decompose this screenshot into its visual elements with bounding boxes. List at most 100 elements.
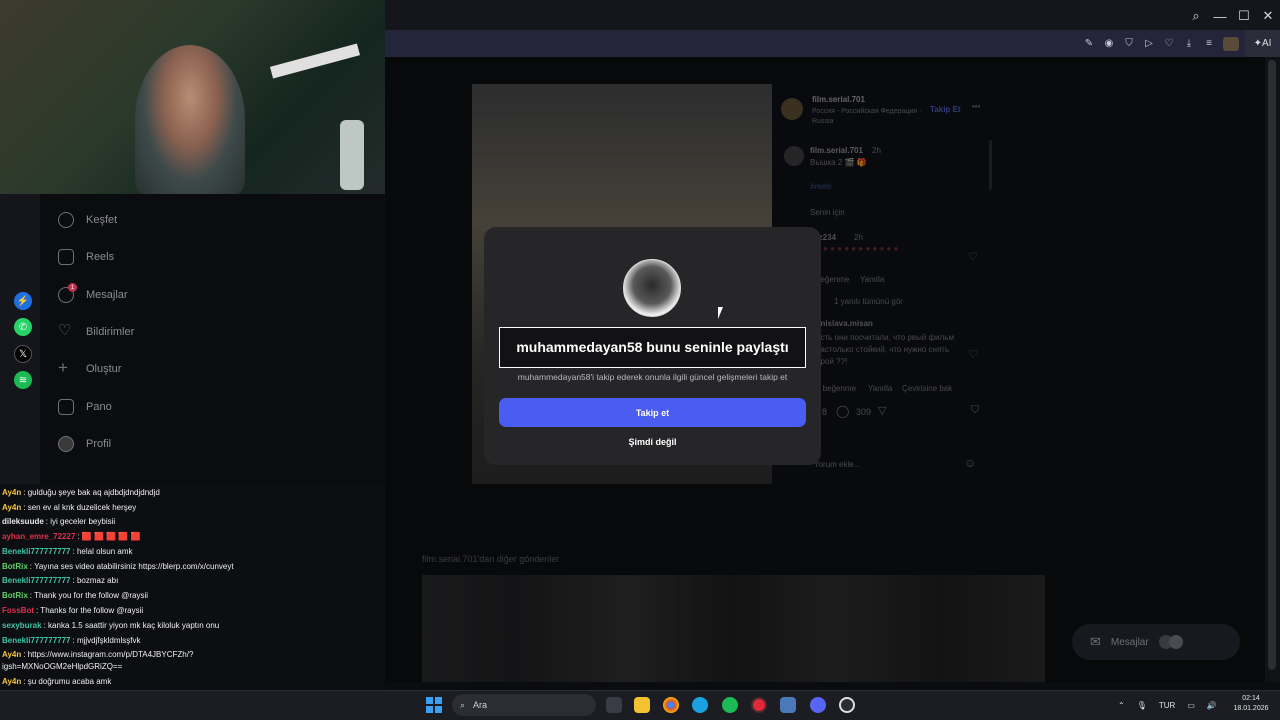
chat-text: : bozmaz abı — [72, 576, 119, 585]
edge-icon[interactable] — [692, 697, 708, 713]
chat-text: : sen ev al knk duzelicek herşey — [23, 503, 137, 512]
chat-text: : gulduğu şeye bak aq ajdbdjdndjdndjd — [23, 488, 160, 497]
opera-icon[interactable] — [751, 697, 767, 713]
browser-sidebar-rail: ⚡ ✆ 𝕏 ≋ — [0, 194, 40, 484]
chat-username[interactable]: Ay4n — [2, 488, 21, 497]
chat-username[interactable]: BotRix — [2, 591, 28, 600]
chat-message: Benekli777777777: mjjvdjfşkldmlsşfvk — [2, 636, 141, 646]
avatar — [1168, 635, 1183, 649]
task-view-icon[interactable] — [606, 697, 622, 713]
chevron-up-icon[interactable]: ⌃ — [1118, 701, 1125, 710]
chat-text: : helal olsun amk — [72, 547, 133, 556]
download-icon[interactable]: ⤓ — [1183, 38, 1195, 49]
sidebar-item-label: Keşfet — [86, 214, 118, 226]
chat-username[interactable]: Ay4n — [2, 503, 21, 512]
play-icon[interactable]: ▷ — [1143, 38, 1155, 49]
close-icon[interactable]: ✕ — [1256, 0, 1280, 32]
chat-username[interactable]: Benekli777777777 — [2, 636, 71, 645]
maximize-icon[interactable]: ☐ — [1232, 0, 1256, 32]
chat-username[interactable]: BotRix — [2, 562, 28, 571]
window-controls: ⌕ — ☐ ✕ — [1184, 0, 1280, 32]
chat-username[interactable]: Benekli777777777 — [2, 547, 71, 556]
avatar-icon — [58, 436, 74, 452]
chat-text: : şu doğrumu acaba amk — [23, 677, 112, 686]
sidebar-item-notifications[interactable]: ♡ Bildirimler — [58, 323, 134, 340]
spotify-icon[interactable] — [722, 697, 738, 713]
chat-message: dileksuude: iyi geceler beybisii — [2, 517, 115, 527]
camera-icon[interactable]: ◉ — [1103, 38, 1115, 49]
edit-icon[interactable]: ✎ — [1083, 38, 1095, 49]
streamer — [135, 45, 245, 194]
chat-message: ayhan_emre_72227: 🟥 🟥 🟥 🟥 🟥 — [2, 532, 141, 542]
chat-username[interactable]: Benekli777777777 — [2, 576, 71, 585]
sidebar-item-label: Mesajlar — [86, 289, 128, 301]
clock[interactable]: 02:14 18.01.2026 — [1226, 694, 1276, 714]
share-modal: muhammedayan58 bunu seninle paylaştı muh… — [484, 227, 821, 465]
heart-icon[interactable]: ♡ — [1163, 38, 1175, 49]
instagram-sidebar: Keşfet Reels Mesajlar 1 ♡ Bildirimler + … — [40, 194, 210, 484]
volume-icon[interactable]: 🔊 — [1207, 701, 1217, 710]
bottle — [340, 120, 364, 190]
file-explorer-icon[interactable] — [634, 697, 650, 713]
messenger-icon: ✉ — [1090, 634, 1101, 649]
messages-pill-label: Mesajlar — [1110, 636, 1149, 648]
follow-button[interactable]: Takip et — [499, 398, 806, 427]
network-icon[interactable]: ▭ — [1187, 701, 1195, 710]
search-icon: ⌕ — [460, 699, 466, 710]
menu-icon[interactable]: ≡ — [1203, 38, 1215, 49]
chat-message: Benekli777777777: bozmaz abı — [2, 576, 118, 586]
sidebar-item-reels[interactable]: Reels — [58, 249, 114, 265]
chat-username[interactable]: dileksuude — [2, 517, 44, 526]
minimize-icon[interactable]: — — [1208, 0, 1232, 32]
chat-text: : 🟥 🟥 🟥 🟥 🟥 — [77, 532, 141, 541]
sidebar-item-explore[interactable]: Keşfet — [58, 212, 117, 228]
microphone-icon[interactable]: 🎙 — [1137, 701, 1147, 710]
not-now-button[interactable]: Şimdi değil — [484, 437, 821, 447]
chat-username[interactable]: Ay4n — [2, 677, 21, 686]
ai-label: AI — [1261, 38, 1272, 49]
chat-text: : iyi geceler beybisii — [45, 517, 116, 526]
chrome-icon[interactable] — [663, 697, 679, 713]
app-icon[interactable] — [780, 697, 796, 713]
chat-text: : https://www.instagram.com/p/DTA4JBYCFZ… — [23, 650, 194, 659]
language-indicator[interactable]: TUR — [1159, 701, 1175, 710]
taskbar-search[interactable]: ⌕ Ara — [452, 694, 596, 716]
x-icon[interactable]: 𝕏 — [14, 345, 32, 363]
chat-message: Ay4n: gulduğu şeye bak aq ajdbdjdndjdndj… — [2, 488, 160, 498]
avatar-stack — [1158, 635, 1183, 649]
messages-pill[interactable]: ✉ Mesajlar — [1072, 624, 1240, 660]
sidebar-item-profile[interactable]: Profil — [58, 436, 111, 452]
compass-icon — [58, 212, 74, 228]
search-icon[interactable]: ⌕ — [1184, 0, 1208, 32]
steam-icon[interactable] — [839, 697, 855, 713]
shield-icon[interactable]: ⛉ — [1123, 38, 1135, 49]
headline-box: muhammedayan58 bunu seninle paylaştı — [499, 327, 806, 368]
profile-avatar-icon[interactable] — [1223, 36, 1239, 51]
scrollbar-thumb[interactable] — [1268, 60, 1276, 670]
system-tray: ⌃ 🎙 TUR ▭ 🔊 — [1118, 690, 1217, 720]
modal-subline: muhammedayan58'i takip ederek onunla ilg… — [517, 372, 788, 382]
sidebar-item-create[interactable]: + Oluştur — [58, 359, 121, 377]
chat-username[interactable]: FossBot — [2, 606, 34, 615]
messenger-icon[interactable]: ⚡ — [14, 292, 32, 310]
ai-button[interactable]: ✦ AI — [1245, 30, 1280, 57]
chat-username[interactable]: Ay4n — [2, 650, 21, 659]
whatsapp-icon[interactable]: ✆ — [14, 318, 32, 336]
sharer-avatar — [623, 259, 681, 317]
browser-titlebar: ⌕ — ☐ ✕ — [385, 0, 1280, 32]
chat-text: : mjjvdjfşkldmlsşfvk — [72, 636, 141, 645]
chat-username[interactable]: sexyburak — [2, 621, 42, 630]
reels-icon — [58, 249, 74, 265]
discord-icon[interactable] — [810, 697, 826, 713]
sidebar-item-dashboard[interactable]: Pano — [58, 399, 112, 415]
windows-start-icon[interactable] — [426, 697, 442, 713]
clock-time: 02:14 — [1242, 695, 1260, 702]
chat-username[interactable]: ayhan_emre_72227 — [2, 532, 75, 541]
chat-text: : Yayına ses video atabilirsiniz https:/… — [29, 562, 234, 571]
mouse-cursor — [718, 307, 723, 319]
chat-message: sexyburak: kanka 1.5 saattir yiyon mk ka… — [2, 621, 219, 631]
dashboard-icon — [58, 399, 74, 415]
spotify-icon[interactable]: ≋ — [14, 371, 32, 389]
chat-message: Ay4n: şu doğrumu acaba amk — [2, 677, 111, 687]
chat-message: Ay4n: sen ev al knk duzelicek herşey — [2, 503, 136, 513]
